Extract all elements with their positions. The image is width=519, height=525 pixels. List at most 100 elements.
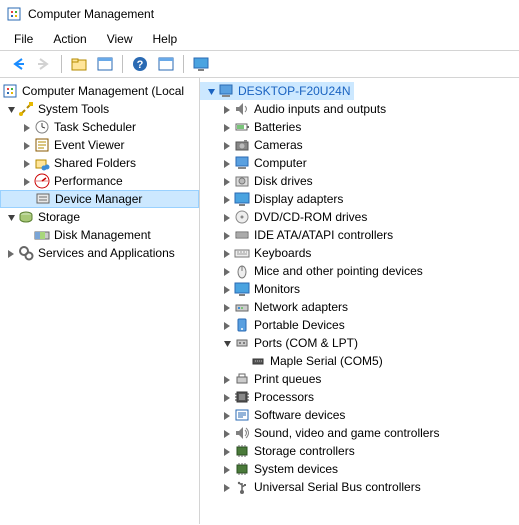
properties-button[interactable] [93, 53, 117, 75]
app-icon [6, 6, 22, 22]
disk-icon [234, 173, 250, 189]
tree-label: System Tools [38, 101, 109, 117]
collapse-icon[interactable] [204, 84, 218, 98]
expand-icon[interactable] [220, 480, 234, 494]
device-processors[interactable]: Processors [200, 388, 519, 406]
device-print-queues[interactable]: Print queues [200, 370, 519, 388]
keyboard-icon [234, 245, 250, 261]
expand-icon[interactable] [220, 390, 234, 404]
expand-icon[interactable] [220, 444, 234, 458]
mmc-icon [2, 83, 18, 99]
device-label: System devices [254, 461, 338, 477]
expand-icon[interactable] [220, 264, 234, 278]
device-system[interactable]: System devices [200, 460, 519, 478]
view-button[interactable] [154, 53, 178, 75]
device-maple-serial[interactable]: Maple Serial (COM5) [200, 352, 519, 370]
expand-icon[interactable] [220, 192, 234, 206]
device-label: Sound, video and game controllers [254, 425, 439, 441]
device-network[interactable]: Network adapters [200, 298, 519, 316]
expand-icon[interactable] [220, 408, 234, 422]
device-label: Ports (COM & LPT) [254, 335, 358, 351]
software-icon [234, 407, 250, 423]
device-computer[interactable]: Computer [200, 154, 519, 172]
console-tree[interactable]: Computer Management (Local System Tools … [0, 78, 200, 524]
tree-disk-management[interactable]: Disk Management [0, 226, 199, 244]
devices-button[interactable] [189, 53, 213, 75]
expand-icon[interactable] [220, 318, 234, 332]
tree-performance[interactable]: Performance [0, 172, 199, 190]
collapse-icon[interactable] [4, 102, 18, 116]
device-ide[interactable]: IDE ATA/ATAPI controllers [200, 226, 519, 244]
menu-help[interactable]: Help [143, 30, 188, 48]
device-label: DVD/CD-ROM drives [254, 209, 367, 225]
display-icon [234, 191, 250, 207]
tree-device-manager[interactable]: Device Manager [0, 190, 199, 208]
device-label: Keyboards [254, 245, 311, 261]
window-title: Computer Management [28, 7, 154, 21]
expand-icon[interactable] [220, 138, 234, 152]
device-sound[interactable]: Sound, video and game controllers [200, 424, 519, 442]
expand-icon[interactable] [220, 300, 234, 314]
device-software[interactable]: Software devices [200, 406, 519, 424]
expand-icon[interactable] [220, 426, 234, 440]
network-icon [234, 299, 250, 315]
device-label: Print queues [254, 371, 321, 387]
back-button[interactable] [6, 53, 30, 75]
collapse-icon[interactable] [220, 336, 234, 350]
expand-icon[interactable] [20, 120, 34, 134]
device-monitors[interactable]: Monitors [200, 280, 519, 298]
expand-icon[interactable] [20, 156, 34, 170]
expand-icon[interactable] [220, 156, 234, 170]
expand-icon[interactable] [4, 246, 18, 260]
device-audio[interactable]: Audio inputs and outputs [200, 100, 519, 118]
expand-icon[interactable] [220, 246, 234, 260]
printer-icon [234, 371, 250, 387]
collapse-icon[interactable] [4, 210, 18, 224]
expand-icon[interactable] [220, 228, 234, 242]
device-batteries[interactable]: Batteries [200, 118, 519, 136]
tree-label: Device Manager [55, 191, 142, 207]
expand-icon[interactable] [220, 102, 234, 116]
tree-storage[interactable]: Storage [0, 208, 199, 226]
mouse-icon [234, 263, 250, 279]
device-ports[interactable]: Ports (COM & LPT) [200, 334, 519, 352]
expand-icon[interactable] [20, 138, 34, 152]
device-label: Cameras [254, 137, 303, 153]
device-cameras[interactable]: Cameras [200, 136, 519, 154]
device-portable[interactable]: Portable Devices [200, 316, 519, 334]
toolbar [0, 50, 519, 78]
menu-action[interactable]: Action [43, 30, 96, 48]
content-splitter: Computer Management (Local System Tools … [0, 78, 519, 524]
expand-icon[interactable] [220, 174, 234, 188]
device-storage-controllers[interactable]: Storage controllers [200, 442, 519, 460]
tree-system-tools[interactable]: System Tools [0, 100, 199, 118]
device-tree[interactable]: DESKTOP-F20U24N Audio inputs and outputs… [200, 78, 519, 524]
device-disk-drives[interactable]: Disk drives [200, 172, 519, 190]
help-button[interactable] [128, 53, 152, 75]
expand-icon[interactable] [220, 210, 234, 224]
device-usb[interactable]: Universal Serial Bus controllers [200, 478, 519, 496]
expand-icon[interactable] [220, 462, 234, 476]
tree-root[interactable]: Computer Management (Local [0, 82, 199, 100]
menu-view[interactable]: View [97, 30, 143, 48]
expand-icon[interactable] [220, 282, 234, 296]
shared-folder-icon [34, 155, 50, 171]
show-hide-tree-button[interactable] [67, 53, 91, 75]
device-keyboards[interactable]: Keyboards [200, 244, 519, 262]
tree-services[interactable]: Services and Applications [0, 244, 199, 262]
expand-icon[interactable] [220, 372, 234, 386]
device-dvd[interactable]: DVD/CD-ROM drives [200, 208, 519, 226]
tree-event-viewer[interactable]: Event Viewer [0, 136, 199, 154]
device-label: Batteries [254, 119, 301, 135]
device-mice[interactable]: Mice and other pointing devices [200, 262, 519, 280]
expand-icon[interactable] [20, 174, 34, 188]
computer-icon [234, 155, 250, 171]
device-root[interactable]: DESKTOP-F20U24N [200, 82, 354, 100]
menu-file[interactable]: File [4, 30, 43, 48]
expand-icon[interactable] [220, 120, 234, 134]
tree-label: Task Scheduler [54, 119, 136, 135]
tree-task-scheduler[interactable]: Task Scheduler [0, 118, 199, 136]
device-display-adapters[interactable]: Display adapters [200, 190, 519, 208]
tree-shared-folders[interactable]: Shared Folders [0, 154, 199, 172]
device-manager-icon [35, 191, 51, 207]
